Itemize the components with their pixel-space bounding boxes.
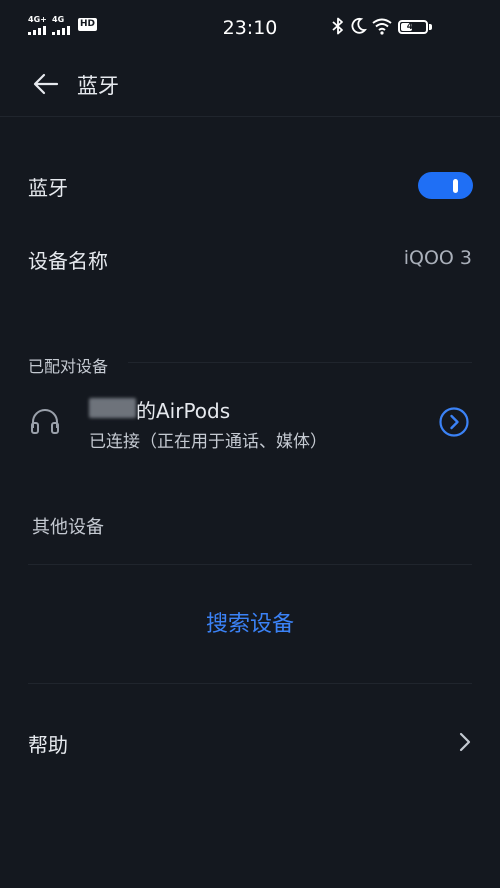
bluetooth-toggle[interactable] (418, 172, 473, 199)
device-name-value: iQOO 3 (403, 247, 472, 269)
back-button[interactable] (26, 68, 66, 100)
wifi-icon (372, 18, 392, 35)
bluetooth-label: 蓝牙 (28, 176, 68, 200)
chevron-right-icon (459, 732, 471, 752)
help-label: 帮助 (28, 733, 68, 757)
do-not-disturb-moon-icon (351, 17, 367, 34)
battery-icon: 45 (398, 20, 428, 34)
divider (28, 564, 472, 565)
search-devices-button[interactable]: 搜索设备 (0, 606, 500, 638)
headphones-icon (31, 409, 59, 434)
app-header: 蓝牙 (0, 58, 500, 117)
battery-level: 45 (406, 22, 420, 32)
back-arrow-icon (33, 73, 59, 95)
status-bar: 4G+ 4G HD 23:10 45 (0, 0, 500, 58)
paired-devices-header: 已配对设备 (28, 357, 109, 376)
device-name-label: 设备名称 (28, 249, 108, 273)
page-title: 蓝牙 (77, 74, 119, 98)
paired-device-status: 已连接（正在用于通话、媒体） (89, 432, 327, 452)
other-devices-header: 其他设备 (32, 517, 104, 538)
device-details-chevron-icon[interactable] (438, 406, 470, 438)
paired-device-row[interactable]: 的AirPods 已连接（正在用于通话、媒体） (0, 390, 500, 456)
toggle-knob (453, 179, 458, 193)
redacted-owner-name (89, 398, 136, 418)
bluetooth-icon (332, 17, 343, 35)
divider (128, 362, 472, 363)
divider (28, 683, 472, 684)
paired-device-name: 的AirPods (136, 399, 231, 423)
